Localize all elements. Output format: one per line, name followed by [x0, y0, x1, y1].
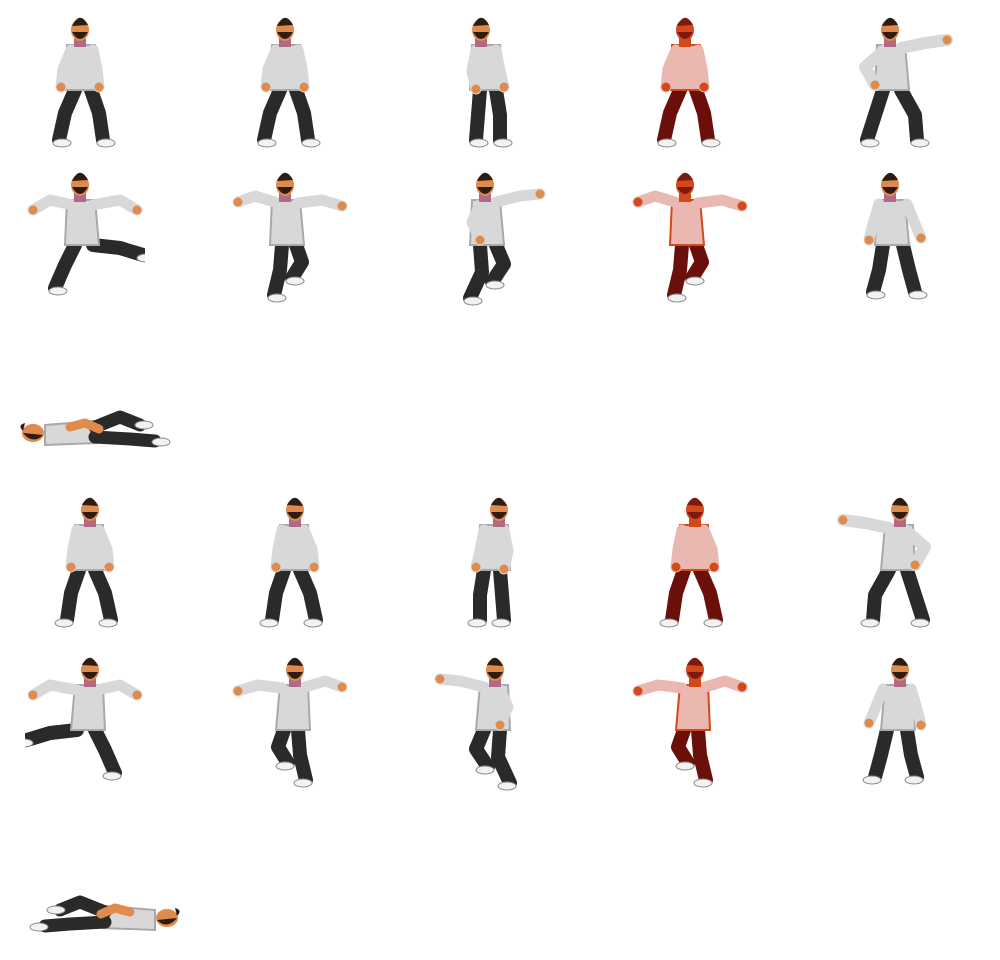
sprite-frame — [632, 657, 748, 788]
sprite-frame — [54, 497, 118, 628]
sprite-frame — [659, 497, 723, 628]
sprite-frame — [232, 172, 348, 303]
sprite-frame — [467, 497, 514, 628]
sprite-frame — [859, 17, 953, 148]
sprite-frame — [466, 17, 513, 148]
sprite-frame — [463, 172, 546, 306]
sprite-frame — [259, 497, 323, 628]
sprite-frame — [434, 657, 517, 791]
sprite-frame — [29, 895, 180, 933]
sprite-frame — [20, 410, 171, 448]
sprite-frame — [657, 17, 721, 148]
sprite-frame — [27, 172, 145, 296]
sprite-frame — [862, 657, 927, 785]
sprite-frame — [632, 172, 748, 303]
sprite-sheet — [0, 0, 1000, 960]
sprite-frame — [52, 17, 116, 148]
sprite-frame — [257, 17, 321, 148]
sprite-frame — [863, 172, 928, 300]
sprite-frame — [25, 657, 143, 781]
sprite-frame — [232, 657, 348, 788]
sprite-frame — [837, 497, 931, 628]
